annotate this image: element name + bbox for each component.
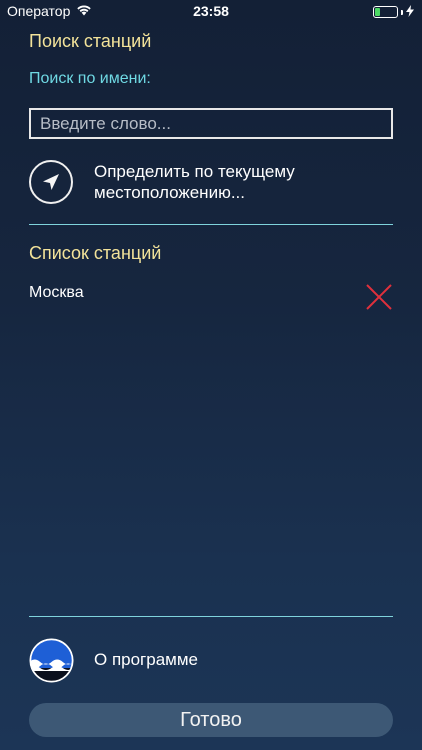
search-by-name-label: Поиск по имени: <box>29 70 151 87</box>
status-right <box>373 4 414 20</box>
stations-section-title: Список станций <box>29 243 162 263</box>
locate-label-line2: местоположению... <box>94 183 245 202</box>
divider-bottom <box>29 616 393 617</box>
battery-cap <box>401 9 403 15</box>
station-name: Москва <box>29 284 84 301</box>
locate-label: Определить по текущему местоположению... <box>94 161 295 203</box>
status-time: 23:58 <box>193 3 229 19</box>
locate-by-position-button[interactable]: Определить по текущему местоположению... <box>29 159 393 205</box>
close-x-icon[interactable] <box>365 283 393 311</box>
charging-bolt-icon <box>406 4 414 20</box>
battery-icon <box>373 6 398 18</box>
about-button[interactable]: О программе <box>29 637 393 683</box>
app-logo-icon[interactable] <box>29 638 74 683</box>
about-label: О программе <box>94 650 199 669</box>
list-item[interactable]: Москва <box>29 283 393 313</box>
search-input[interactable] <box>29 108 393 139</box>
battery-level <box>375 8 381 16</box>
done-button[interactable]: Готово <box>29 703 393 737</box>
search-section-title: Поиск станций <box>29 31 152 51</box>
status-bar: Оператор 23:58 <box>0 0 422 22</box>
location-arrow-icon[interactable] <box>29 160 73 204</box>
locate-label-line1: Определить по текущему <box>94 162 295 181</box>
divider-top <box>29 224 393 225</box>
